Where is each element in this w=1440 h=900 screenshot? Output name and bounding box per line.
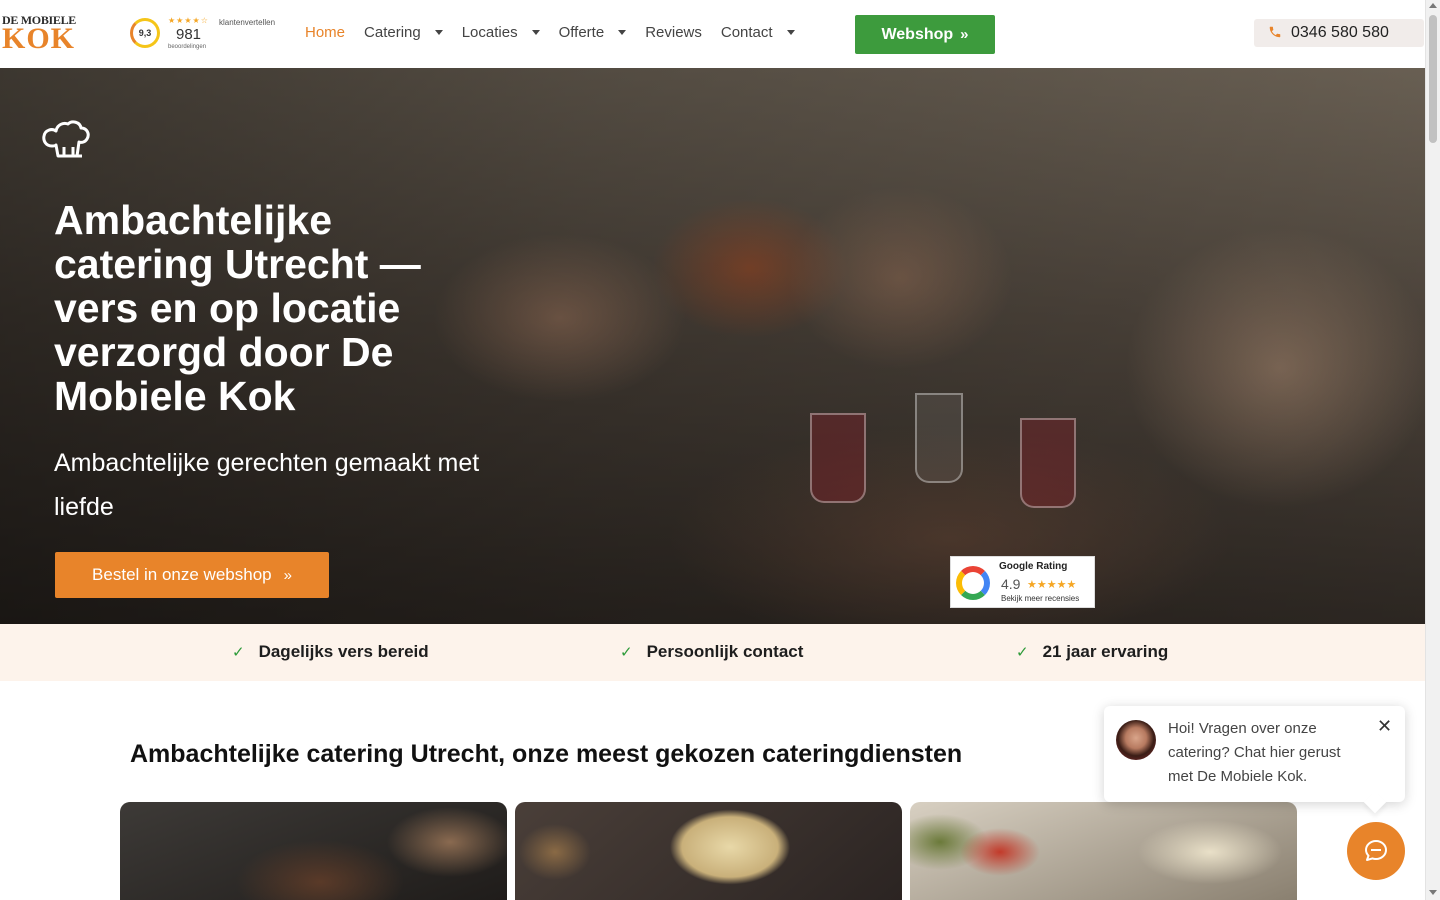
caret-down-icon — [618, 30, 627, 35]
nav-item-label: Offerte — [558, 24, 605, 41]
check-icon: ✓ — [1016, 644, 1029, 661]
chef-hat-icon — [40, 116, 92, 168]
hero-subtitle: Ambachtelijke gerechten gemaakt met lief… — [54, 449, 480, 521]
main-nav: Home Catering Locaties Offerte Reviews C… — [305, 24, 814, 41]
rating-stars: ★★★★☆ — [168, 16, 209, 25]
hero-title: Ambachtelijke catering Utrecht — vers en… — [54, 197, 421, 419]
google-rating-title: Google Rating — [999, 561, 1068, 572]
wine-glass-decoration — [915, 393, 963, 483]
scroll-up-icon[interactable] — [1429, 3, 1437, 8]
usp-item: ✓ Dagelijks vers bereid — [232, 642, 429, 662]
site-header: DE MOBIELE KOK 9,3 ★★★★☆ 981 beoordeling… — [0, 0, 1425, 68]
caret-down-icon — [786, 30, 795, 35]
site-logo[interactable]: DE MOBIELE KOK — [2, 14, 78, 54]
close-icon[interactable]: ✕ — [1377, 717, 1392, 735]
hero-section: Ambachtelijke catering Utrecht — vers en… — [0, 68, 1425, 624]
nav-item-label: Home — [305, 24, 346, 41]
caret-down-icon — [434, 30, 443, 35]
google-rating-score: 4.9 — [1001, 576, 1021, 592]
double-chevron-right-icon: » — [283, 566, 292, 584]
chat-message: Hoi! Vragen over onze catering? Chat hie… — [1168, 720, 1341, 785]
wine-glass-decoration — [810, 413, 866, 503]
order-webshop-button[interactable]: Bestel in onze webshop » — [55, 552, 329, 598]
order-webshop-button-label: Bestel in onze webshop — [92, 565, 272, 584]
webshop-button[interactable]: Webshop » — [855, 15, 995, 54]
usp-label: 21 jaar ervaring — [1042, 642, 1169, 661]
usp-item: ✓ Persoonlijk contact — [620, 642, 803, 662]
service-card-bbq[interactable] — [120, 802, 507, 900]
nav-item-catering[interactable]: Catering — [364, 24, 443, 41]
page-scrollbar[interactable] — [1425, 0, 1440, 900]
usp-bar: ✓ Dagelijks vers bereid ✓ Persoonlijk co… — [0, 624, 1425, 681]
chat-launcher-button[interactable] — [1347, 822, 1405, 880]
rating-score-circle: 9,3 — [130, 18, 160, 48]
rating-brand: klantenvertellen — [219, 18, 276, 27]
rating-count: 981 — [176, 26, 202, 43]
chat-popup[interactable]: Hoi! Vragen over onze catering? Chat hie… — [1104, 706, 1405, 802]
check-icon: ✓ — [620, 644, 633, 661]
google-rating-badge[interactable]: Google Rating 4.9 ★★★★★ Bekijk meer rece… — [950, 556, 1095, 608]
nav-item-label: Catering — [364, 24, 421, 41]
service-card-buffet[interactable] — [910, 802, 1297, 900]
nav-item-reviews[interactable]: Reviews — [645, 24, 702, 41]
usp-label: Dagelijks vers bereid — [258, 642, 429, 661]
nav-item-label: Reviews — [645, 24, 702, 41]
services-section-title: Ambachtelijke catering Utrecht, onze mee… — [130, 740, 963, 768]
wine-glass-decoration — [1020, 418, 1076, 508]
chat-bubble-icon — [1365, 840, 1387, 861]
usp-item: ✓ 21 jaar ervaring — [1016, 642, 1168, 662]
logo-main-text: KOK — [2, 22, 76, 55]
nav-item-label: Contact — [720, 24, 773, 41]
google-rating-stars: ★★★★★ — [1027, 579, 1077, 591]
chat-agent-avatar — [1116, 720, 1156, 760]
google-more-reviews-link[interactable]: Bekijk meer recensies — [1001, 594, 1079, 603]
klantenvertellen-rating-widget[interactable]: 9,3 ★★★★☆ 981 beoordelingen klantenverte… — [128, 16, 288, 56]
nav-item-home[interactable]: Home — [305, 24, 345, 41]
phone-button[interactable]: 0346 580 580 — [1254, 19, 1424, 47]
phone-icon — [1268, 25, 1282, 42]
rating-count-label: beoordelingen — [168, 44, 207, 50]
caret-down-icon — [531, 30, 540, 35]
scroll-down-icon[interactable] — [1429, 890, 1437, 895]
google-logo-icon — [956, 566, 990, 600]
nav-item-locaties[interactable]: Locaties — [462, 24, 540, 41]
scrollbar-thumb[interactable] — [1429, 15, 1437, 143]
nav-item-offerte[interactable]: Offerte — [559, 24, 627, 41]
phone-number: 0346 580 580 — [1291, 24, 1389, 41]
service-card-hummus[interactable] — [515, 802, 902, 900]
webshop-button-label: Webshop — [881, 25, 954, 43]
usp-label: Persoonlijk contact — [646, 642, 804, 661]
double-chevron-right-icon: » — [960, 26, 969, 43]
check-icon: ✓ — [232, 644, 245, 661]
nav-item-label: Locaties — [461, 24, 518, 41]
nav-item-contact[interactable]: Contact — [721, 24, 795, 41]
